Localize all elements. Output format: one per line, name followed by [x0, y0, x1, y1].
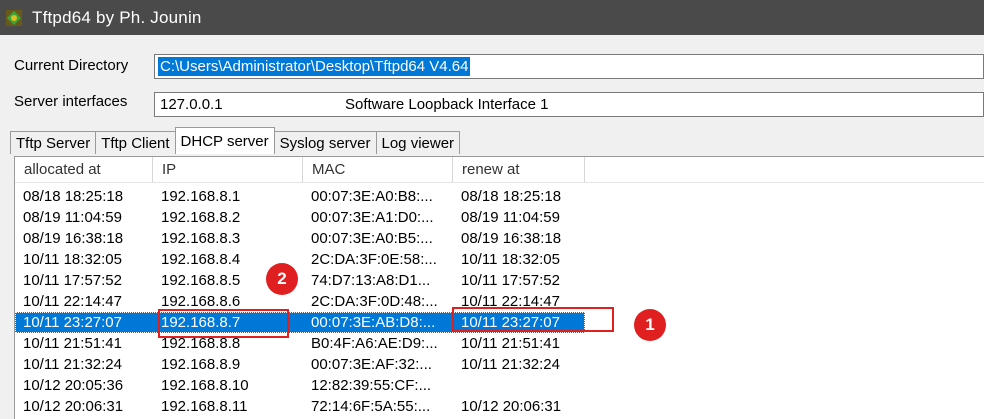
- dhcp-allocation-list[interactable]: allocated at IP MAC renew at 08/18 18:25…: [14, 156, 984, 419]
- table-row[interactable]: 08/19 16:38:18 192.168.8.3 00:07:3E:A0:B5:…: [15, 228, 585, 249]
- table-cell: 10/11 18:32:05: [461, 251, 560, 268]
- table-row[interactable]: 08/18 18:25:18 192.168.8.1 00:07:3E:A0:B8:…: [15, 186, 585, 207]
- column-header-renew-at[interactable]: renew at: [453, 157, 585, 182]
- row-cells: 08/19 11:04:59 192.168.8.2 00:07:3E:A1:D0:…: [15, 207, 585, 228]
- current-directory-field[interactable]: C:\Users\Administrator\Desktop\Tftpd64 V…: [154, 54, 984, 79]
- table-cell: 00:07:3E:AF:32:...: [311, 356, 432, 373]
- table-cell: 00:07:3E:A1:D0:...: [311, 209, 434, 226]
- table-cell: 192.168.8.1: [161, 188, 241, 205]
- table-cell: 72:14:6F:5A:55:...: [311, 398, 431, 415]
- app-icon: [6, 9, 22, 26]
- table-row[interactable]: 10/11 21:51:41 192.168.8.8 B0:4F:A6:AE:D9:…: [15, 333, 585, 354]
- table-cell: 10/11 21:51:41: [23, 335, 122, 352]
- table-cell: 00:07:3E:A0:B8:...: [311, 188, 433, 205]
- table-cell: 08/18 18:25:18: [23, 188, 124, 205]
- row-cells: 08/18 18:25:18 192.168.8.1 00:07:3E:A0:B8:…: [15, 186, 585, 207]
- column-header-mac[interactable]: MAC: [303, 157, 453, 182]
- table-cell: 10/11 21:32:24: [461, 356, 560, 373]
- table-cell: 192.168.8.10: [161, 377, 249, 394]
- tab-syslog-server[interactable]: Syslog server: [273, 131, 377, 154]
- table-row[interactable]: 10/11 17:57:52 192.168.8.5 74:D7:13:A8:D1.…: [15, 270, 585, 291]
- table-cell: 10/12 20:06:31: [461, 398, 562, 415]
- table-row[interactable]: 10/11 18:32:05 192.168.8.4 2C:DA:3F:0E:58:…: [15, 249, 585, 270]
- table-cell: 192.168.8.6: [161, 293, 241, 310]
- tab-tftp-server[interactable]: Tftp Server: [10, 131, 97, 154]
- table-cell: 12:82:39:55:CF:...: [311, 377, 432, 394]
- server-interface-ip: 127.0.0.1: [160, 96, 223, 113]
- table-cell: 192.168.8.3: [161, 230, 241, 247]
- server-interface-name: Software Loopback Interface 1: [345, 96, 549, 113]
- table-cell: 00:07:3E:A0:B5:...: [311, 230, 433, 247]
- table-cell: 10/11 21:32:24: [23, 356, 122, 373]
- row-cells: 10/12 20:05:36 192.168.8.10 12:82:39:55:CF…: [15, 375, 585, 396]
- table-cell: 10/11 17:57:52: [461, 272, 560, 289]
- table-cell: 10/11 23:27:07: [23, 314, 122, 331]
- annotation-badge-2: 2: [266, 263, 298, 295]
- annotation-box-renew: [452, 307, 614, 332]
- table-row[interactable]: 10/12 20:05:36 192.168.8.10 12:82:39:55:CF…: [15, 375, 585, 396]
- window-title: Tftpd64 by Ph. Jounin: [32, 7, 202, 27]
- table-cell: 10/11 17:57:52: [23, 272, 122, 289]
- table-cell: 74:D7:13:A8:D1...: [311, 272, 431, 289]
- list-rows: 08/18 18:25:18 192.168.8.1 00:07:3E:A0:B8:…: [15, 186, 585, 417]
- row-cells: 10/11 18:32:05 192.168.8.4 2C:DA:3F:0E:58:…: [15, 249, 585, 270]
- table-cell: 192.168.8.9: [161, 356, 241, 373]
- server-interfaces-select[interactable]: 127.0.0.1 Software Loopback Interface 1: [154, 92, 984, 117]
- server-interfaces-label: Server interfaces: [14, 93, 128, 110]
- table-row[interactable]: 08/19 11:04:59 192.168.8.2 00:07:3E:A1:D0:…: [15, 207, 585, 228]
- table-cell: 10/11 18:32:05: [23, 251, 122, 268]
- tab-strip: Tftp Server Tftp Client DHCP server Sysl…: [10, 127, 461, 154]
- table-cell: B0:4F:A6:AE:D9:...: [311, 335, 438, 352]
- current-directory-value: C:\Users\Administrator\Desktop\Tftpd64 V…: [158, 57, 471, 76]
- table-cell: 10/11 21:51:41: [461, 335, 560, 352]
- table-cell: 08/19 11:04:59: [461, 209, 560, 226]
- table-cell: 2C:DA:3F:0D:48:...: [311, 293, 438, 310]
- table-cell: 10/11 22:14:47: [23, 293, 122, 310]
- row-cells: 10/11 21:32:24 192.168.8.9 00:07:3E:AF:32:…: [15, 354, 585, 375]
- table-row[interactable]: 10/11 21:32:24 192.168.8.9 00:07:3E:AF:32:…: [15, 354, 585, 375]
- tab-tftp-client[interactable]: Tftp Client: [95, 131, 176, 154]
- table-cell: 10/12 20:05:36: [23, 377, 124, 394]
- table-cell: 192.168.8.2: [161, 209, 241, 226]
- table-cell: 08/19 16:38:18: [23, 230, 124, 247]
- table-cell: 10/12 20:06:31: [23, 398, 124, 415]
- tab-log-viewer[interactable]: Log viewer: [375, 131, 461, 154]
- annotation-badge-1: 1: [634, 309, 666, 341]
- title-bar: Tftpd64 by Ph. Jounin: [0, 0, 984, 35]
- annotation-box-ip: [158, 309, 289, 338]
- table-row[interactable]: 10/12 20:06:31 192.168.8.11 72:14:6F:5A:55…: [15, 396, 585, 417]
- column-header-allocated-at[interactable]: allocated at: [15, 157, 153, 182]
- table-cell: 00:07:3E:AB:D8:...: [311, 314, 436, 331]
- list-header: allocated at IP MAC renew at: [15, 157, 984, 183]
- tab-dhcp-server[interactable]: DHCP server: [174, 127, 275, 154]
- current-directory-label: Current Directory: [14, 57, 129, 74]
- row-cells: 10/11 21:51:41 192.168.8.8 B0:4F:A6:AE:D9:…: [15, 333, 585, 354]
- column-header-ip[interactable]: IP: [153, 157, 303, 182]
- row-cells: 08/19 16:38:18 192.168.8.3 00:07:3E:A0:B5:…: [15, 228, 585, 249]
- table-cell: 192.168.8.11: [161, 398, 248, 415]
- row-cells: 10/11 17:57:52 192.168.8.5 74:D7:13:A8:D1.…: [15, 270, 585, 291]
- table-cell: 2C:DA:3F:0E:58:...: [311, 251, 437, 268]
- table-cell: 08/19 16:38:18: [461, 230, 562, 247]
- row-cells: 10/12 20:06:31 192.168.8.11 72:14:6F:5A:55…: [15, 396, 585, 417]
- table-cell: 08/19 11:04:59: [23, 209, 122, 226]
- table-cell: 08/18 18:25:18: [461, 188, 562, 205]
